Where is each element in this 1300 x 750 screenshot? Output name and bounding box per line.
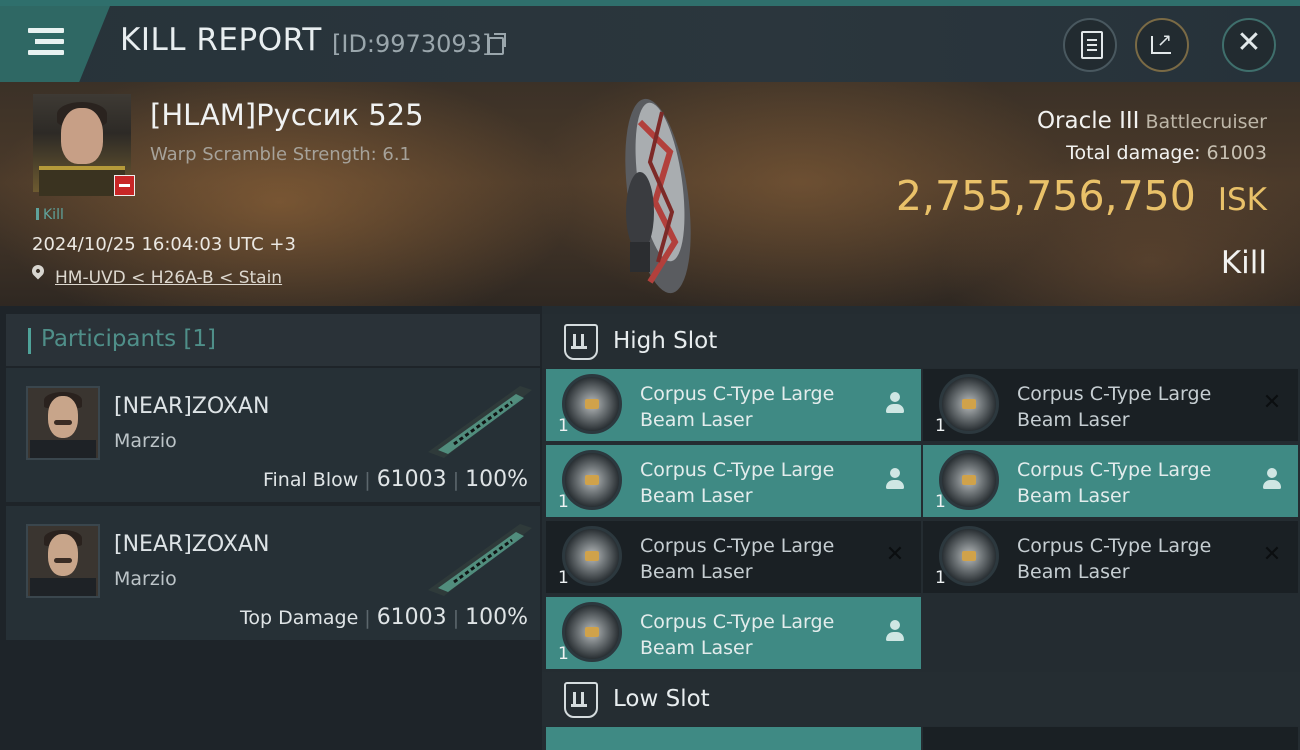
participant-avatar (26, 386, 100, 460)
module-item[interactable]: 1 Corpus C-Type Large Beam Laser (546, 445, 921, 517)
result-label: Kill (1220, 245, 1267, 281)
beam-laser-icon (562, 450, 622, 510)
participant-ship-icon (428, 524, 532, 596)
share-button[interactable]: ↗ (1135, 18, 1189, 72)
participant-avatar (26, 524, 100, 598)
module-quantity: 1 (558, 492, 569, 512)
total-damage: Total damage: 61003 (1066, 142, 1267, 164)
destroyed-x-icon: ✕ (1262, 542, 1282, 567)
beam-laser-icon (562, 374, 622, 434)
participant-damage: 61003 (376, 467, 447, 492)
beam-laser-icon (562, 526, 622, 586)
module-name: Corpus C-Type Large Beam Laser (640, 459, 835, 507)
module-quantity: 1 (935, 492, 946, 512)
clipboard-button[interactable] (1063, 18, 1117, 72)
module-quantity: 1 (558, 644, 569, 664)
kill-tag: Kill (36, 207, 64, 223)
module-quantity: 1 (558, 416, 569, 436)
report-id: [ID:9973093] (332, 30, 492, 58)
low-slot-title: Low Slot (613, 686, 710, 712)
low-slot-icon (564, 682, 598, 718)
clipboard-icon (1081, 31, 1103, 59)
victim-name[interactable]: [HLAM]Руссик 525 (150, 98, 424, 132)
beam-laser-icon (939, 450, 999, 510)
location-link[interactable]: HM-UVD < H26A-B < Stain (55, 268, 282, 288)
dropped-person-icon (883, 391, 907, 415)
module-name: Corpus C-Type Large Beam Laser (640, 611, 835, 659)
module-item-partial[interactable] (923, 727, 1298, 750)
module-name: Corpus C-Type Large Beam Laser (1017, 459, 1212, 507)
high-slot-header: High Slot (542, 314, 1300, 368)
participant-percent: 100% (465, 467, 528, 492)
destroyed-x-icon: ✕ (885, 542, 905, 567)
beam-laser-icon (939, 374, 999, 434)
participants-panel: Participants [1] [NEAR]ZOXAN Marzio Fina… (0, 306, 542, 750)
module-quantity: 1 (935, 568, 946, 588)
dropped-person-icon (883, 619, 907, 643)
victim-banner: [HLAM]Руссик 525 Warp Scramble Strength:… (0, 82, 1300, 306)
module-item[interactable]: 1 Corpus C-Type Large Beam Laser ✕ (923, 521, 1298, 593)
destroyed-x-icon: ✕ (1262, 390, 1282, 415)
module-name: Corpus C-Type Large Beam Laser (1017, 535, 1212, 583)
close-button[interactable]: ✕ (1222, 18, 1276, 72)
participant-ship-icon (428, 386, 532, 458)
module-item[interactable]: 1 Corpus C-Type Large Beam Laser (546, 597, 921, 669)
participant-role: Top Damage (240, 607, 359, 629)
ship-class: Battlecruiser (1145, 111, 1267, 133)
dropped-person-icon (883, 467, 907, 491)
victim-ship-render (625, 98, 691, 294)
warp-scramble-strength: Warp Scramble Strength: 6.1 (150, 144, 412, 165)
participant-card[interactable]: [NEAR]ZOXAN Marzio Final Blow | 61003 | 100% (6, 368, 540, 502)
high-slot-title: High Slot (613, 328, 718, 354)
beam-laser-icon (562, 602, 622, 662)
participant-name: [NEAR]ZOXAN (114, 394, 270, 419)
module-item[interactable]: 1 Corpus C-Type Large Beam Laser ✕ (546, 521, 921, 593)
participant-name: [NEAR]ZOXAN (114, 532, 270, 557)
module-item-partial[interactable] (546, 727, 921, 750)
participant-damage: 61003 (376, 605, 447, 630)
participant-percent: 100% (465, 605, 528, 630)
participant-corp: Marzio (114, 568, 177, 590)
low-slot-header: Low Slot (542, 672, 1300, 726)
module-quantity: 1 (935, 416, 946, 436)
participant-stats: Top Damage | 61003 | 100% (240, 605, 528, 630)
close-icon: ✕ (1236, 25, 1262, 60)
participants-header[interactable]: Participants [1] (6, 314, 540, 366)
location-pin-icon (29, 262, 47, 280)
module-item[interactable]: 1 Corpus C-Type Large Beam Laser ✕ (923, 369, 1298, 441)
high-slot-icon (564, 324, 598, 360)
page-title: KILL REPORT (120, 22, 322, 58)
module-name: Corpus C-Type Large Beam Laser (640, 383, 835, 431)
participant-stats: Final Blow | 61003 | 100% (262, 467, 528, 492)
copy-icon[interactable] (488, 33, 506, 55)
module-item[interactable]: 1 Corpus C-Type Large Beam Laser (923, 445, 1298, 517)
fitting-panel: High Slot 1 Corpus C-Type Large Beam Las… (542, 306, 1300, 750)
dropped-person-icon (1260, 467, 1284, 491)
participant-role: Final Blow (262, 469, 359, 491)
module-quantity: 1 (558, 568, 569, 588)
ship-name[interactable]: Oracle III Battlecruiser (1037, 108, 1267, 134)
participants-title: Participants [1] (41, 326, 216, 352)
beam-laser-icon (939, 526, 999, 586)
participant-corp: Marzio (114, 430, 177, 452)
participant-card[interactable]: [NEAR]ZOXAN Marzio Top Damage | 61003 | 100% (6, 506, 540, 640)
module-name: Corpus C-Type Large Beam Laser (640, 535, 835, 583)
isk-value: 2,755,756,750 ISK (895, 172, 1267, 220)
module-item[interactable]: 1 Corpus C-Type Large Beam Laser (546, 369, 921, 441)
module-name: Corpus C-Type Large Beam Laser (1017, 383, 1212, 431)
standing-badge-icon (114, 175, 135, 196)
kill-datetime: 2024/10/25 16:04:03 UTC +3 (32, 234, 296, 255)
